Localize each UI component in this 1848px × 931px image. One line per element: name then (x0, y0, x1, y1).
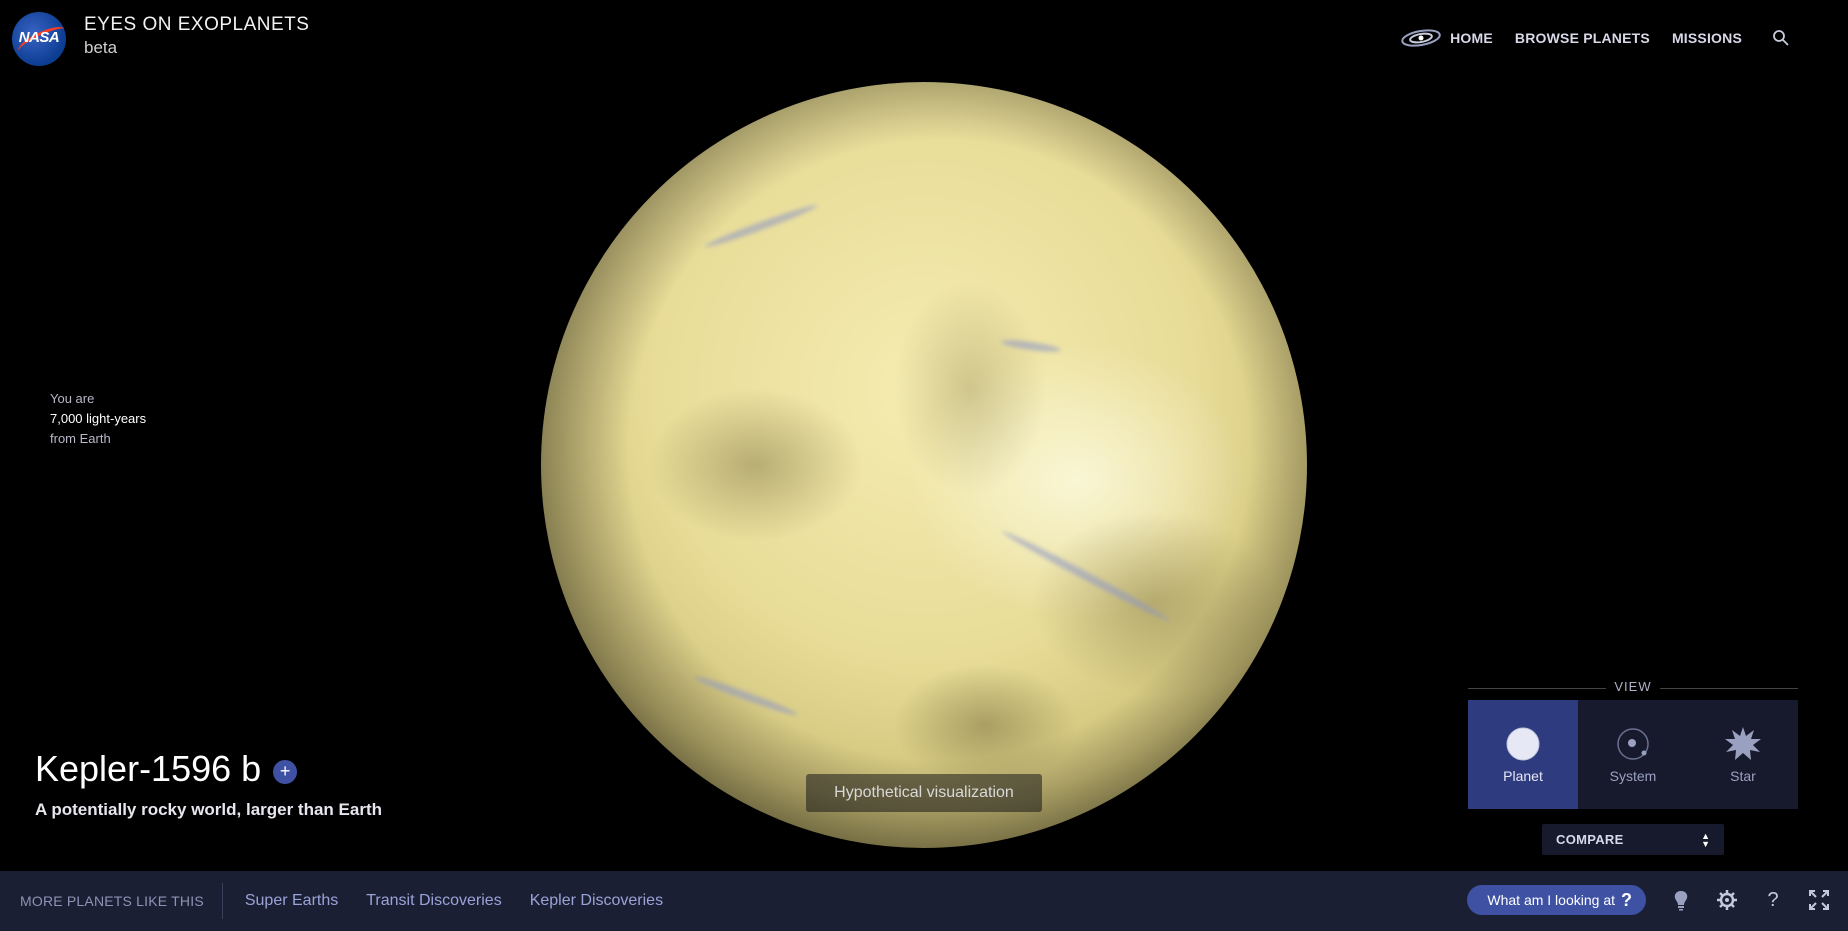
view-option-system[interactable]: System (1578, 700, 1688, 809)
distance-value: 7,000 light-years (50, 411, 147, 426)
lightbulb-icon[interactable] (1670, 889, 1692, 911)
fullscreen-icon[interactable] (1808, 889, 1830, 911)
what-label: What am I looking at (1487, 892, 1615, 908)
nav-missions[interactable]: MISSIONS (1672, 30, 1742, 46)
planet-description: A potentially rocky world, larger than E… (35, 800, 382, 819)
view-option-label: Star (1730, 767, 1756, 784)
footer-bar: MORE PLANETS LIKE THIS Super Earths Tran… (0, 871, 1848, 931)
footer-link-kepler-discoveries[interactable]: Kepler Discoveries (530, 892, 663, 910)
cloud-streak (703, 201, 819, 251)
nasa-logo-text: NASA (18, 29, 60, 46)
star-icon (1725, 726, 1761, 760)
view-label: VIEW (1606, 679, 1660, 694)
nav-home[interactable]: HOME (1400, 28, 1493, 48)
select-arrows-icon: ▲ ▼ (1701, 830, 1710, 849)
what-am-i-looking-at-button[interactable]: What am I looking at ? (1467, 885, 1646, 915)
cloud-streak (1000, 337, 1062, 355)
cloud-streak (1000, 527, 1172, 625)
view-option-planet[interactable]: Planet (1468, 700, 1578, 809)
system-icon (1617, 727, 1649, 760)
planet-name: Kepler-1596 b (35, 748, 262, 789)
app-brand[interactable]: EYES ON EXOPLANETS beta (84, 14, 309, 58)
nav-browse-planets[interactable]: BROWSE PLANETS (1515, 30, 1650, 46)
distance-readout: You are 7,000 light-years from Earth (50, 389, 146, 449)
add-planet-button[interactable]: + (273, 760, 298, 784)
top-nav: HOME BROWSE PLANETS MISSIONS (1400, 28, 1790, 48)
more-planets-label: MORE PLANETS LIKE THIS (0, 883, 223, 919)
footer-link-transit-discoveries[interactable]: Transit Discoveries (366, 892, 501, 910)
visualization-note: Hypothetical visualization (806, 774, 1042, 812)
app-title: EYES ON EXOPLANETS (84, 14, 310, 35)
footer-link-super-earths[interactable]: Super Earths (245, 892, 338, 910)
view-option-label: Planet (1503, 767, 1543, 784)
help-icon[interactable]: ? (1762, 889, 1784, 911)
planet-icon (1506, 727, 1540, 760)
distance-suffix: from Earth (50, 431, 111, 446)
app-subtitle: beta (84, 38, 118, 57)
distance-prefix: You are (50, 391, 95, 406)
gear-icon[interactable] (1716, 889, 1738, 911)
search-icon[interactable] (1772, 29, 1790, 47)
view-section-label: VIEW (1468, 679, 1798, 697)
compare-select[interactable]: COMPARE ▲ ▼ (1542, 824, 1724, 855)
question-icon: ? (1621, 889, 1632, 910)
planet-title: Kepler-1596 b + (35, 748, 298, 790)
view-option-star[interactable]: Star (1688, 700, 1798, 809)
view-selector: Planet System Star (1468, 700, 1798, 809)
galaxy-icon (1401, 29, 1441, 47)
view-option-label: System (1609, 767, 1657, 784)
nav-home-label: HOME (1450, 30, 1493, 46)
footer-tools: What am I looking at ? ? (1467, 885, 1830, 915)
nasa-logo[interactable]: NASA (12, 12, 66, 66)
compare-label: COMPARE (1556, 832, 1624, 847)
cloud-streak (692, 673, 800, 719)
planet-render[interactable] (541, 82, 1307, 848)
